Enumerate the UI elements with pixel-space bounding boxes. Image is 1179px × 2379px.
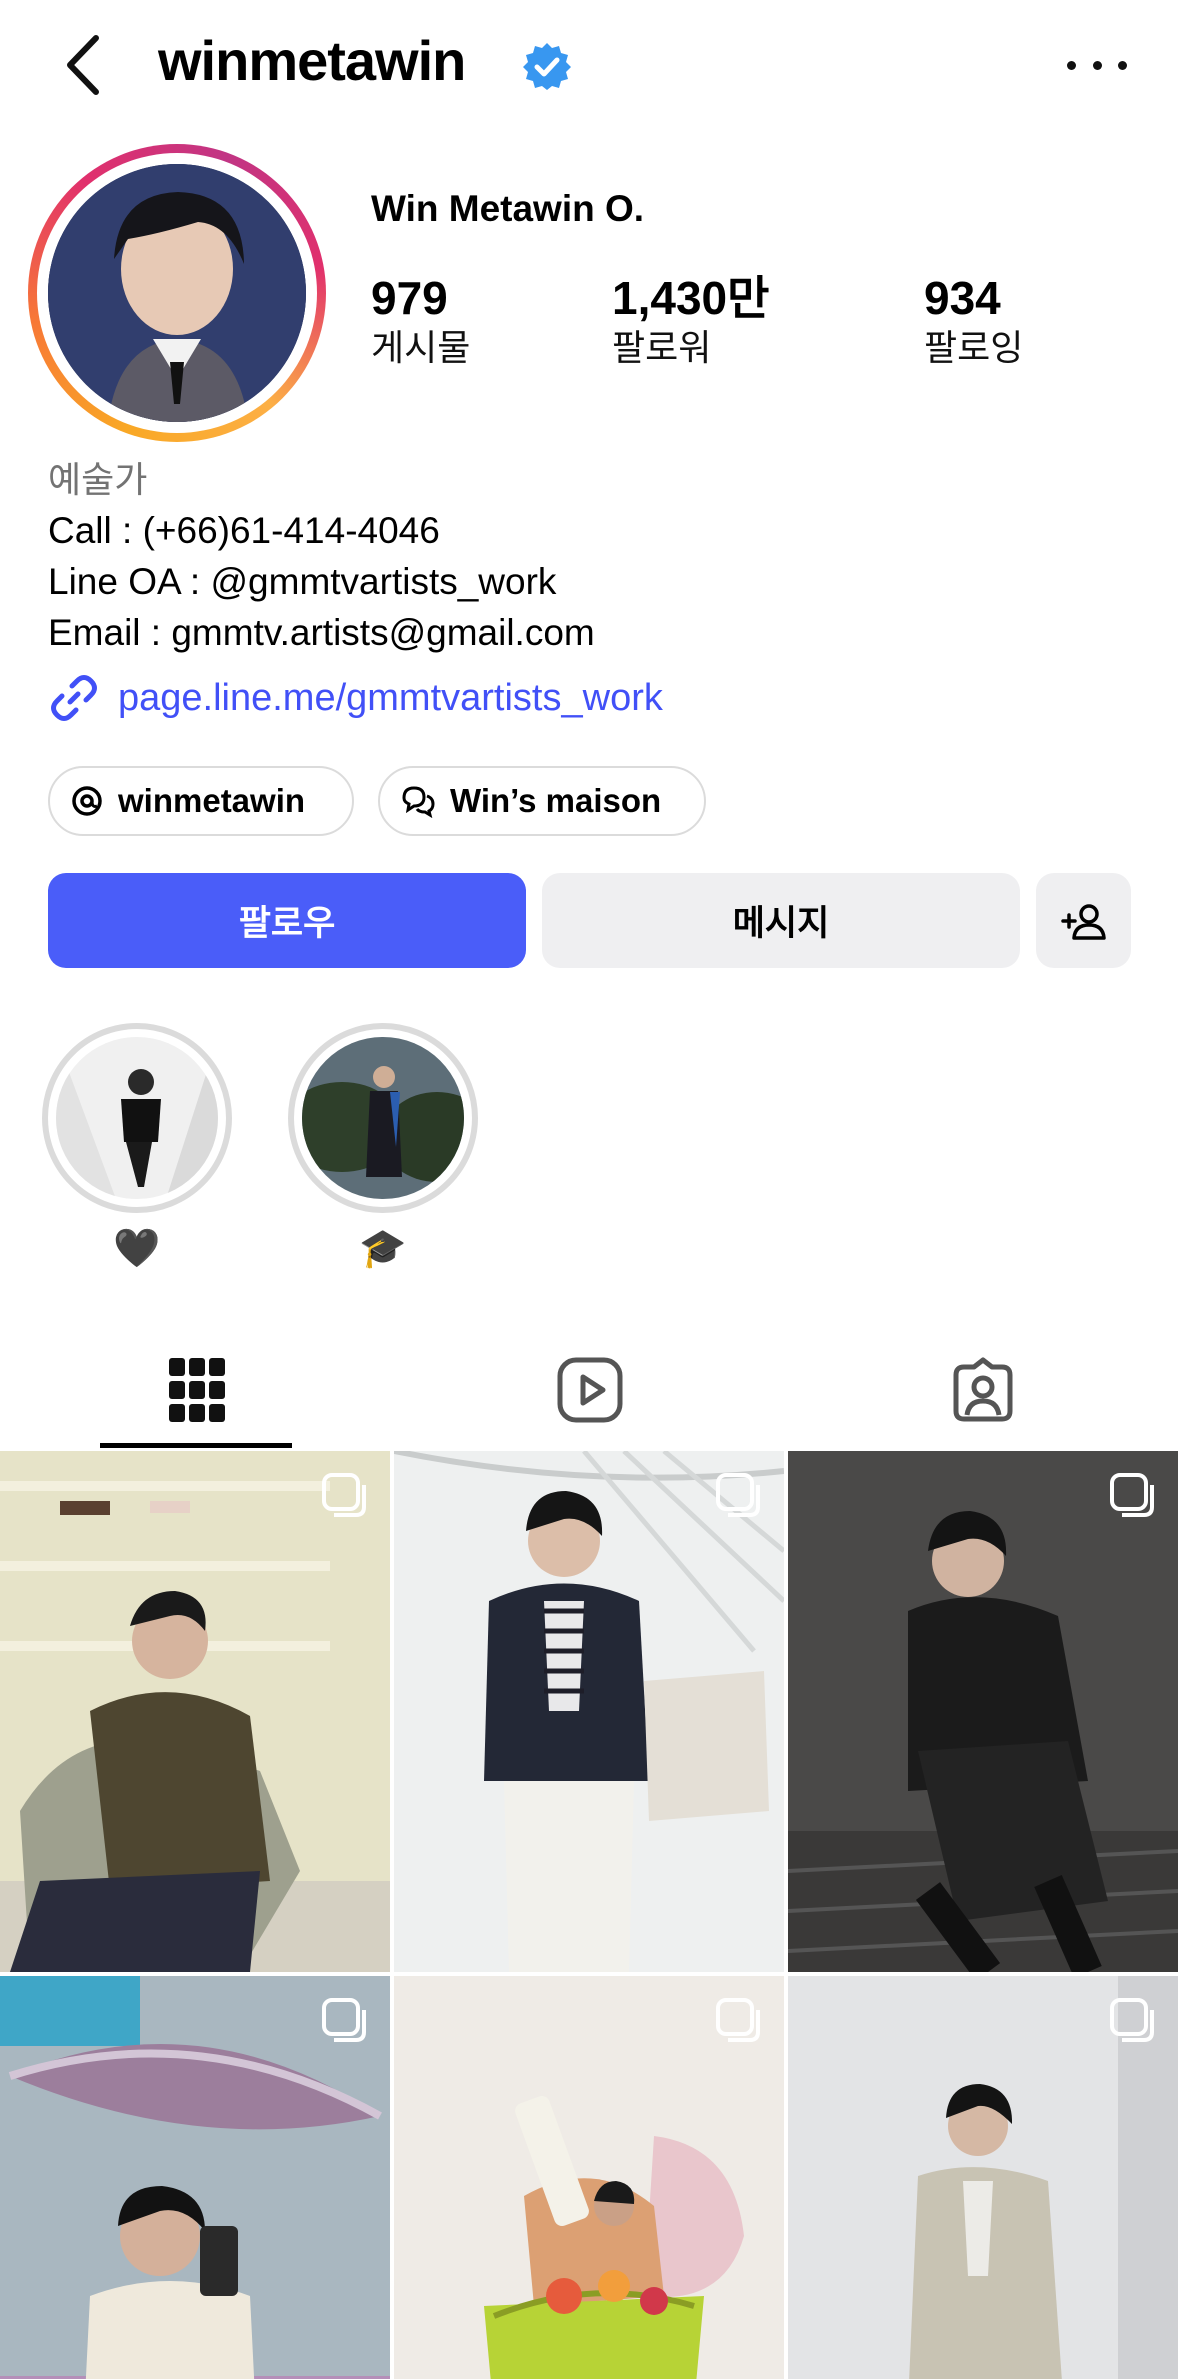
profile-username: winmetawin <box>158 29 466 92</box>
channel-chip[interactable]: Win’s maison <box>378 766 706 836</box>
bio: 예술가 Call : (+66)61-414-4046 Line OA : @g… <box>48 454 595 658</box>
bio-line: Line OA : @gmmtvartists_work <box>48 561 557 602</box>
add-person-icon <box>1060 903 1106 940</box>
post-thumbnail[interactable] <box>788 1976 1178 2379</box>
posts-count: 979 <box>371 272 448 324</box>
highlight-cover <box>302 1037 464 1199</box>
avatar-photo <box>48 164 306 422</box>
link-text: page.line.me/gmmtvartists_work <box>118 676 663 719</box>
threads-icon <box>72 786 102 816</box>
channel-icon <box>402 786 435 818</box>
dot-icon <box>1118 60 1127 70</box>
story-highlight[interactable]: 🎓 <box>288 1023 478 1271</box>
suggested-users-button[interactable] <box>1036 873 1131 968</box>
stat-followers[interactable]: 1,430만 팔로워 <box>612 270 769 370</box>
post-thumbnail[interactable] <box>0 1976 390 2379</box>
more-options-button[interactable] <box>1067 48 1127 82</box>
stat-posts[interactable]: 979 게시물 <box>371 270 470 370</box>
bio-line: Call : (+66)61-414-4046 <box>48 510 440 551</box>
profile-avatar[interactable] <box>28 144 326 442</box>
following-count: 934 <box>924 272 1001 324</box>
highlight-label: 🖤 <box>113 1228 161 1270</box>
followers-count: 1,430만 <box>612 272 770 324</box>
profile-category: 예술가 <box>48 459 148 500</box>
chevron-left-icon <box>67 35 99 95</box>
profile-link[interactable]: page.line.me/gmmtvartists_work <box>48 672 663 724</box>
active-tab-indicator <box>100 1443 292 1448</box>
back-button[interactable] <box>52 30 112 100</box>
threads-chip[interactable]: winmetawin <box>48 766 354 836</box>
tab-reels[interactable] <box>393 1330 786 1450</box>
stat-following[interactable]: 934 팔로잉 <box>924 270 1023 370</box>
post-thumbnail[interactable] <box>394 1976 784 2379</box>
tab-tagged[interactable] <box>786 1330 1179 1450</box>
highlight-label: 🎓 <box>359 1228 407 1270</box>
followers-label: 팔로워 <box>612 327 712 368</box>
grid-icon <box>168 1358 225 1422</box>
carousel-icon <box>716 1998 760 2042</box>
dot-icon <box>1092 60 1102 70</box>
post-thumbnail[interactable] <box>788 1451 1178 1972</box>
link-icon <box>51 675 97 721</box>
tab-posts[interactable] <box>0 1330 393 1450</box>
channel-chip-label: Win’s maison <box>450 782 662 819</box>
reels-icon <box>557 1357 622 1423</box>
message-button[interactable]: 메시지 <box>542 873 1020 968</box>
bio-line: Email : gmmtv.artists@gmail.com <box>48 612 595 653</box>
carousel-icon <box>322 1473 366 1517</box>
tagged-icon <box>953 1357 1012 1422</box>
verified-badge-icon <box>523 43 571 90</box>
posts-label: 게시물 <box>371 327 471 368</box>
post-thumbnail[interactable] <box>394 1451 784 1972</box>
post-thumbnail[interactable] <box>0 1451 390 1972</box>
top-bar: winmetawin <box>0 0 1179 130</box>
follow-button[interactable]: 팔로우 <box>48 873 526 968</box>
profile-page: winmetawin Win Metawin O. 979 게시물 1,430만… <box>0 0 1179 2379</box>
profile-tabs <box>0 1330 1179 1450</box>
carousel-icon <box>1110 1998 1154 2042</box>
story-highlight[interactable]: 🖤 <box>42 1023 232 1271</box>
dot-icon <box>1067 60 1076 70</box>
carousel-icon <box>322 1998 366 2042</box>
carousel-icon <box>1110 1473 1154 1517</box>
threads-chip-label: winmetawin <box>118 782 306 819</box>
carousel-icon <box>716 1473 760 1517</box>
following-label: 팔로잉 <box>924 327 1024 368</box>
highlight-cover <box>56 1037 218 1199</box>
display-name: Win Metawin O. <box>371 188 645 229</box>
